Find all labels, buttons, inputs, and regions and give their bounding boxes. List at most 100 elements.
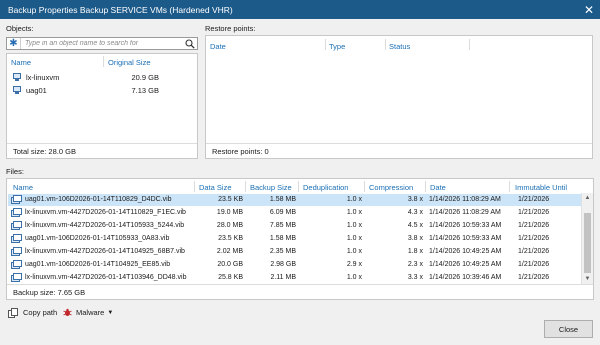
restore-col-status[interactable]: Status [389, 42, 410, 51]
file-data-size: 23.5 KB [218, 235, 243, 242]
files-col-immutable-until[interactable]: Immutable Until [515, 183, 567, 192]
restore-points-count: Restore points: 0 [206, 143, 592, 158]
file-deduplication: 1.0 x [346, 235, 362, 242]
file-date: 1/14/2026 10:59:33 AM [429, 235, 502, 242]
files-col-deduplication[interactable]: Deduplication [303, 183, 348, 192]
objects-label: Objects: [6, 24, 34, 33]
file-backup-size: 2.11 MB [270, 274, 296, 281]
malware-icon [63, 308, 72, 317]
search-input[interactable] [21, 38, 183, 49]
file-immutable-until: 1/21/2026 [518, 209, 550, 216]
objects-col-size[interactable]: Original Size [108, 58, 151, 67]
backup-file-icon [11, 247, 22, 257]
object-name: uag01 [26, 85, 47, 95]
objects-col-name[interactable]: Name [11, 58, 31, 67]
file-row[interactable]: uag01.vm-106D2026-01-14T104925_EE85.vib … [8, 259, 581, 271]
scroll-up-icon[interactable]: ▲ [582, 193, 593, 203]
object-search[interactable]: ✱ [6, 37, 198, 50]
files-label: Files: [6, 167, 24, 176]
file-deduplication: 1.0 x [346, 222, 362, 229]
malware-menu-button[interactable]: Malware ▼ [63, 306, 113, 319]
backup-file-icon [11, 221, 22, 231]
file-deduplication: 1.0 x [346, 196, 362, 203]
copy-path-button[interactable]: Copy path [8, 306, 57, 319]
file-row[interactable]: lx-linuxvm.vm-4427D2026-01-14T104925_68B… [8, 246, 581, 258]
files-scrollbar[interactable]: ▲ ▼ [581, 193, 593, 284]
file-deduplication: 2.9 x [346, 261, 362, 268]
object-name: lx-linuxvm [26, 72, 60, 82]
file-name: uag01.vm-106D2026-01-14T110829_D4DC.vib [25, 196, 172, 203]
file-name: lx-linuxvm.vm-4427D2026-01-14T103946_DD4… [25, 274, 187, 281]
file-date: 1/14/2026 10:49:25 AM [429, 248, 502, 255]
file-compression: 3.8 x [407, 196, 423, 203]
chevron-down-icon: ▼ [107, 309, 114, 316]
backup-file-icon [11, 195, 22, 205]
file-compression: 2.3 x [407, 261, 423, 268]
file-immutable-until: 1/21/2026 [518, 248, 550, 255]
file-date: 1/14/2026 10:49:25 AM [429, 261, 502, 268]
backup-file-icon [11, 273, 22, 283]
file-backup-size: 1.58 MB [269, 196, 296, 203]
object-row[interactable]: uag01 7.13 GB [8, 84, 196, 96]
file-compression: 3.8 x [407, 235, 423, 242]
file-backup-size: 1.58 MB [269, 235, 296, 242]
file-deduplication: 1.0 x [346, 274, 362, 281]
file-data-size: 25.8 KB [218, 274, 243, 281]
file-row[interactable]: lx-linuxvm.vm-4427D2026-01-14T105933_524… [8, 220, 581, 232]
file-row[interactable]: lx-linuxvm.vm-4427D2026-01-14T103946_DD4… [8, 272, 581, 284]
restore-points-panel[interactable]: Date Type Status Restore points: 0 [205, 35, 593, 159]
object-row[interactable]: lx-linuxvm 20.9 GB [8, 71, 196, 83]
file-backup-size: 6.09 MB [269, 209, 296, 216]
file-backup-size: 2.98 GB [270, 261, 296, 268]
file-date: 1/14/2026 10:39:46 AM [429, 274, 502, 281]
files-col-data-size[interactable]: Data Size [199, 183, 232, 192]
file-row[interactable]: uag01.vm-106D2026-01-14T110829_D4DC.vib … [8, 194, 581, 206]
scrollbar-thumb[interactable] [584, 213, 591, 273]
restore-col-date[interactable]: Date [210, 42, 226, 51]
close-icon[interactable]: ✕ [578, 0, 600, 19]
title-bar: Backup Properties Backup SERVICE VMs (Ha… [0, 0, 600, 19]
restore-col-type[interactable]: Type [329, 42, 345, 51]
objects-panel[interactable]: Name Original Size lx-linuxvm 20.9 GB ua… [6, 53, 198, 159]
file-deduplication: 1.0 x [346, 209, 362, 216]
backup-file-icon [11, 208, 22, 218]
file-date: 1/14/2026 10:59:33 AM [429, 222, 502, 229]
files-col-compression[interactable]: Compression [369, 183, 413, 192]
file-name: lx-linuxvm.vm-4427D2026-01-14T104925_68B… [25, 248, 185, 255]
object-size: 20.9 GB [131, 72, 159, 82]
files-backup-size: Backup size: 7.65 GB [7, 284, 593, 299]
file-date: 1/14/2026 11:08:29 AM [429, 209, 501, 216]
malware-label: Malware [76, 308, 105, 317]
files-col-name[interactable]: Name [13, 183, 33, 192]
restore-points-label: Restore points: [205, 24, 256, 33]
file-data-size: 28.0 MB [216, 222, 243, 229]
window-title: Backup Properties Backup SERVICE VMs (Ha… [8, 4, 233, 15]
file-compression: 4.5 x [407, 222, 423, 229]
file-compression: 1.8 x [407, 248, 423, 255]
file-deduplication: 1.0 x [346, 248, 362, 255]
files-panel[interactable]: Name Data Size Backup Size Deduplication… [6, 178, 594, 300]
file-immutable-until: 1/21/2026 [518, 235, 550, 242]
file-data-size: 2.02 MB [216, 248, 243, 255]
scroll-down-icon[interactable]: ▼ [582, 274, 593, 284]
file-immutable-until: 1/21/2026 [518, 196, 550, 203]
file-immutable-until: 1/21/2026 [518, 222, 550, 229]
file-name: uag01.vm-106D2026-01-14T104925_EE85.vib [25, 261, 171, 268]
close-button[interactable]: Close [544, 320, 593, 338]
files-col-date[interactable]: Date [430, 183, 446, 192]
file-row[interactable]: uag01.vm-106D2026-01-14T105933_0A83.vib … [8, 233, 581, 245]
file-row[interactable]: lx-linuxvm.vm-4427D2026-01-14T110829_F1E… [8, 207, 581, 219]
copy-icon [8, 307, 18, 318]
vm-icon [12, 72, 22, 82]
files-col-backup-size[interactable]: Backup Size [250, 183, 292, 192]
file-immutable-until: 1/21/2026 [518, 274, 550, 281]
file-compression: 3.3 x [407, 274, 423, 281]
object-size: 7.13 GB [131, 85, 159, 95]
file-name: uag01.vm-106D2026-01-14T105933_0A83.vib [25, 235, 170, 242]
file-immutable-until: 1/21/2026 [518, 261, 550, 268]
file-name: lx-linuxvm.vm-4427D2026-01-14T110829_F1E… [25, 209, 186, 216]
asterisk-icon[interactable]: ✱ [7, 38, 21, 49]
file-data-size: 23.5 KB [218, 196, 243, 203]
search-icon[interactable] [183, 38, 197, 49]
copy-path-label: Copy path [23, 308, 58, 317]
